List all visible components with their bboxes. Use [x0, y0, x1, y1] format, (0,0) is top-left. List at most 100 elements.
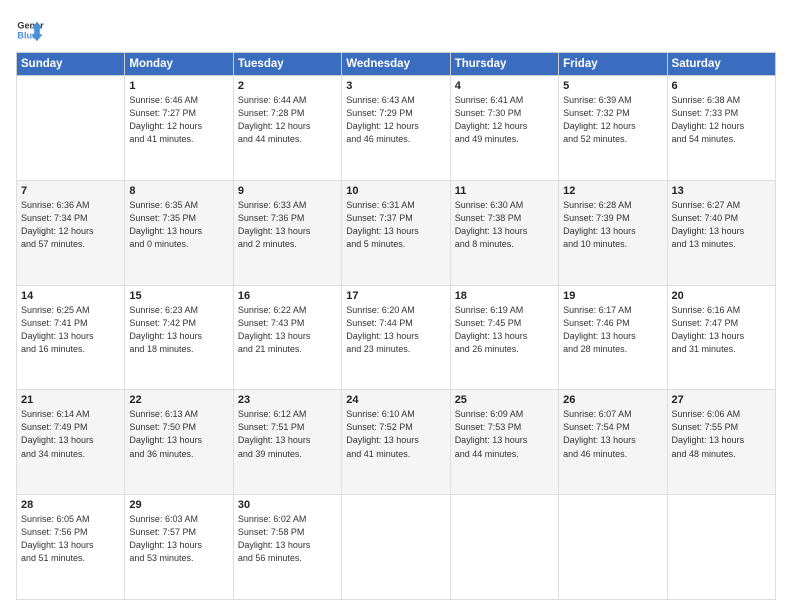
calendar-cell: 30 Sunrise: 6:02 AM Sunset: 7:58 PM Dayli… [233, 495, 341, 600]
day-info: Sunrise: 6:06 AM Sunset: 7:55 PM Dayligh… [672, 408, 771, 460]
day-info: Sunrise: 6:36 AM Sunset: 7:34 PM Dayligh… [21, 199, 120, 251]
calendar-cell: 2 Sunrise: 6:44 AM Sunset: 7:28 PM Daylig… [233, 76, 341, 181]
calendar-cell: 4 Sunrise: 6:41 AM Sunset: 7:30 PM Daylig… [450, 76, 558, 181]
day-info: Sunrise: 6:44 AM Sunset: 7:28 PM Dayligh… [238, 94, 337, 146]
calendar-cell: 1Sunrise: 6:46 AM Sunset: 7:27 PM Daylig… [125, 76, 233, 181]
weekday-header-wednesday: Wednesday [342, 53, 450, 76]
day-number: 29 [129, 499, 228, 511]
weekday-header-row: SundayMondayTuesdayWednesdayThursdayFrid… [17, 53, 776, 76]
week-row-1: 7 Sunrise: 6:36 AM Sunset: 7:34 PM Daylig… [17, 180, 776, 285]
weekday-header-saturday: Saturday [667, 53, 775, 76]
day-info: Sunrise: 6:33 AM Sunset: 7:36 PM Dayligh… [238, 199, 337, 251]
day-info: Sunrise: 6:25 AM Sunset: 7:41 PM Dayligh… [21, 304, 120, 356]
day-info: Sunrise: 6:12 AM Sunset: 7:51 PM Dayligh… [238, 408, 337, 460]
calendar-cell: 12Sunrise: 6:28 AM Sunset: 7:39 PM Dayli… [559, 180, 667, 285]
day-number: 14 [21, 290, 120, 302]
calendar-cell: 15Sunrise: 6:23 AM Sunset: 7:42 PM Dayli… [125, 285, 233, 390]
weekday-header-thursday: Thursday [450, 53, 558, 76]
calendar-table: SundayMondayTuesdayWednesdayThursdayFrid… [16, 52, 776, 600]
day-number: 10 [346, 185, 445, 197]
calendar-cell: 7 Sunrise: 6:36 AM Sunset: 7:34 PM Daylig… [17, 180, 125, 285]
day-info: Sunrise: 6:13 AM Sunset: 7:50 PM Dayligh… [129, 408, 228, 460]
day-info: Sunrise: 6:35 AM Sunset: 7:35 PM Dayligh… [129, 199, 228, 251]
day-number: 11 [455, 185, 554, 197]
calendar-cell: 25 Sunrise: 6:09 AM Sunset: 7:53 PM Dayli… [450, 390, 558, 495]
calendar-cell: 27 Sunrise: 6:06 AM Sunset: 7:55 PM Dayli… [667, 390, 775, 495]
day-number: 19 [563, 290, 662, 302]
logo-icon: General Blue [16, 16, 44, 44]
calendar-cell: 21 Sunrise: 6:14 AM Sunset: 7:49 PM Dayli… [17, 390, 125, 495]
day-info: Sunrise: 6:02 AM Sunset: 7:58 PM Dayligh… [238, 513, 337, 565]
day-info: Sunrise: 6:03 AM Sunset: 7:57 PM Dayligh… [129, 513, 228, 565]
day-info: Sunrise: 6:05 AM Sunset: 7:56 PM Dayligh… [21, 513, 120, 565]
day-info: Sunrise: 6:30 AM Sunset: 7:38 PM Dayligh… [455, 199, 554, 251]
calendar-cell: 22 Sunrise: 6:13 AM Sunset: 7:50 PM Dayli… [125, 390, 233, 495]
day-number: 21 [21, 394, 120, 406]
week-row-3: 21 Sunrise: 6:14 AM Sunset: 7:49 PM Dayli… [17, 390, 776, 495]
calendar-cell: 3 Sunrise: 6:43 AM Sunset: 7:29 PM Daylig… [342, 76, 450, 181]
week-row-4: 28 Sunrise: 6:05 AM Sunset: 7:56 PM Dayli… [17, 495, 776, 600]
day-info: Sunrise: 6:07 AM Sunset: 7:54 PM Dayligh… [563, 408, 662, 460]
calendar-cell [450, 495, 558, 600]
day-info: Sunrise: 6:14 AM Sunset: 7:49 PM Dayligh… [21, 408, 120, 460]
calendar-cell: 26 Sunrise: 6:07 AM Sunset: 7:54 PM Dayli… [559, 390, 667, 495]
day-number: 23 [238, 394, 337, 406]
day-info: Sunrise: 6:09 AM Sunset: 7:53 PM Dayligh… [455, 408, 554, 460]
weekday-header-sunday: Sunday [17, 53, 125, 76]
week-row-2: 14 Sunrise: 6:25 AM Sunset: 7:41 PM Dayli… [17, 285, 776, 390]
day-info: Sunrise: 6:20 AM Sunset: 7:44 PM Dayligh… [346, 304, 445, 356]
header: General Blue [16, 16, 776, 44]
day-number: 16 [238, 290, 337, 302]
day-number: 15 [129, 290, 228, 302]
day-number: 30 [238, 499, 337, 511]
day-number: 28 [21, 499, 120, 511]
calendar-cell: 9Sunrise: 6:33 AM Sunset: 7:36 PM Daylig… [233, 180, 341, 285]
calendar-cell: 13 Sunrise: 6:27 AM Sunset: 7:40 PM Dayli… [667, 180, 775, 285]
day-info: Sunrise: 6:43 AM Sunset: 7:29 PM Dayligh… [346, 94, 445, 146]
weekday-header-tuesday: Tuesday [233, 53, 341, 76]
weekday-header-friday: Friday [559, 53, 667, 76]
day-number: 24 [346, 394, 445, 406]
day-number: 5 [563, 80, 662, 92]
day-info: Sunrise: 6:10 AM Sunset: 7:52 PM Dayligh… [346, 408, 445, 460]
page: General Blue SundayMondayTuesdayWednesda… [0, 0, 792, 612]
day-number: 27 [672, 394, 771, 406]
calendar-cell: 5 Sunrise: 6:39 AM Sunset: 7:32 PM Daylig… [559, 76, 667, 181]
calendar-cell [342, 495, 450, 600]
calendar-cell: 28 Sunrise: 6:05 AM Sunset: 7:56 PM Dayli… [17, 495, 125, 600]
day-info: Sunrise: 6:17 AM Sunset: 7:46 PM Dayligh… [563, 304, 662, 356]
calendar-cell: 29 Sunrise: 6:03 AM Sunset: 7:57 PM Dayli… [125, 495, 233, 600]
logo: General Blue [16, 16, 44, 44]
day-number: 26 [563, 394, 662, 406]
day-info: Sunrise: 6:41 AM Sunset: 7:30 PM Dayligh… [455, 94, 554, 146]
day-number: 6 [672, 80, 771, 92]
calendar-cell: 10 Sunrise: 6:31 AM Sunset: 7:37 PM Dayli… [342, 180, 450, 285]
calendar-cell [559, 495, 667, 600]
calendar-cell: 14 Sunrise: 6:25 AM Sunset: 7:41 PM Dayli… [17, 285, 125, 390]
calendar-cell: 17Sunrise: 6:20 AM Sunset: 7:44 PM Dayli… [342, 285, 450, 390]
week-row-0: 1Sunrise: 6:46 AM Sunset: 7:27 PM Daylig… [17, 76, 776, 181]
calendar-cell: 18 Sunrise: 6:19 AM Sunset: 7:45 PM Dayli… [450, 285, 558, 390]
calendar-cell: 8 Sunrise: 6:35 AM Sunset: 7:35 PM Daylig… [125, 180, 233, 285]
day-number: 2 [238, 80, 337, 92]
day-info: Sunrise: 6:16 AM Sunset: 7:47 PM Dayligh… [672, 304, 771, 356]
day-number: 25 [455, 394, 554, 406]
day-info: Sunrise: 6:19 AM Sunset: 7:45 PM Dayligh… [455, 304, 554, 356]
day-info: Sunrise: 6:38 AM Sunset: 7:33 PM Dayligh… [672, 94, 771, 146]
day-info: Sunrise: 6:46 AM Sunset: 7:27 PM Dayligh… [129, 94, 228, 146]
day-number: 4 [455, 80, 554, 92]
day-number: 13 [672, 185, 771, 197]
calendar-cell: 16 Sunrise: 6:22 AM Sunset: 7:43 PM Dayli… [233, 285, 341, 390]
calendar-cell: 6 Sunrise: 6:38 AM Sunset: 7:33 PM Daylig… [667, 76, 775, 181]
day-info: Sunrise: 6:39 AM Sunset: 7:32 PM Dayligh… [563, 94, 662, 146]
calendar-cell [17, 76, 125, 181]
day-number: 22 [129, 394, 228, 406]
day-number: 18 [455, 290, 554, 302]
day-number: 7 [21, 185, 120, 197]
day-number: 3 [346, 80, 445, 92]
day-info: Sunrise: 6:31 AM Sunset: 7:37 PM Dayligh… [346, 199, 445, 251]
calendar-cell: 19 Sunrise: 6:17 AM Sunset: 7:46 PM Dayli… [559, 285, 667, 390]
day-info: Sunrise: 6:22 AM Sunset: 7:43 PM Dayligh… [238, 304, 337, 356]
day-info: Sunrise: 6:27 AM Sunset: 7:40 PM Dayligh… [672, 199, 771, 251]
day-number: 8 [129, 185, 228, 197]
